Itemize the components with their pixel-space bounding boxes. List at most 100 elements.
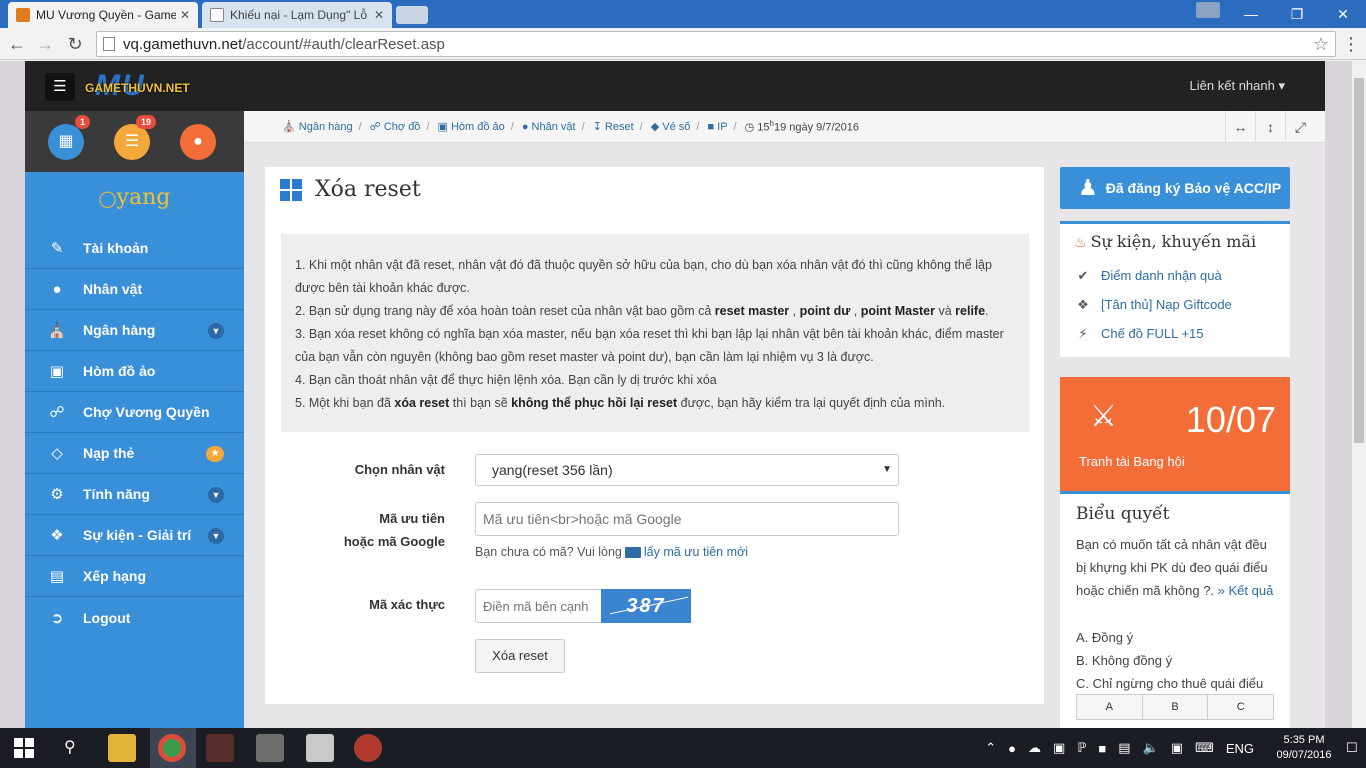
clock-time: 5:35 PM [1283, 734, 1325, 746]
address-bar[interactable]: vq.gamethuvn.net/account/#auth/clearRese… [96, 31, 1336, 57]
bookmark-star-icon[interactable]: ☆ [1313, 34, 1329, 55]
poll-result-link[interactable]: » Kết quả [1218, 583, 1274, 598]
search-icon[interactable]: ⚲ [64, 737, 76, 757]
bluetooth-icon[interactable]: ℙ [1077, 740, 1086, 756]
taskbar-clock[interactable]: 5:35 PM 09/07/2016 [1268, 733, 1340, 763]
forward-icon[interactable]: → [34, 33, 56, 55]
vote-a-button[interactable]: A [1077, 695, 1143, 719]
scrollbar-thumb[interactable] [1354, 78, 1364, 443]
nav-bank[interactable]: ⛪ Ngân hàng [282, 120, 353, 133]
mu-game-icon[interactable] [206, 734, 234, 762]
sidebar-item-account[interactable]: ✎ Tài khoản [25, 228, 244, 269]
expand-horizontal-icon[interactable]: ↔ [1225, 111, 1255, 143]
quick-link-dropdown[interactable]: Liên kết nhanh ▾ [1190, 78, 1285, 94]
vote-c-button[interactable]: C [1208, 695, 1274, 719]
get-code-link[interactable]: lấy mã ưu tiên mới [644, 545, 748, 559]
nav-reset[interactable]: ↧ Reset [593, 120, 634, 133]
expand-vertical-icon[interactable]: ↕ [1255, 111, 1285, 143]
sidebar-item-events[interactable]: ❖ Sự kiện - Giải trí ▼ [25, 515, 244, 556]
notice-bold: xóa reset [394, 396, 450, 410]
vote-b-button[interactable]: B [1142, 695, 1209, 719]
account-protection-button[interactable]: ♟ Đã đăng ký Bảo vệ ACC/IP [1060, 167, 1290, 209]
time-rest: 19 ngày 9/7/2016 [773, 121, 860, 134]
volume-icon[interactable]: 🔈 [1143, 740, 1159, 756]
language-indicator[interactable]: ENG [1226, 741, 1254, 756]
back-icon[interactable]: ← [6, 33, 28, 55]
sidebar-item-features[interactable]: ⚙ Tính năng ▼ [25, 474, 244, 515]
app-icon[interactable]: ▣ [1053, 740, 1065, 756]
hamburger-menu-icon[interactable]: ☰ [45, 73, 75, 101]
event-link-giftcode[interactable]: ❖ [Tân thủ] Nạp Giftcode [1074, 290, 1276, 319]
start-button[interactable] [14, 738, 34, 758]
tab-mu-vuong-quyen[interactable]: MU Vương Quyền - Game ✕ [8, 2, 198, 28]
page-info-icon[interactable] [103, 37, 115, 51]
reset-submit-button[interactable]: Xóa reset [475, 639, 565, 673]
username-text: yang [116, 185, 171, 210]
page-title: Xóa reset [280, 177, 421, 202]
news-button[interactable]: ☰ 19 [114, 115, 156, 160]
sidebar-item-label: Tính năng [83, 486, 150, 502]
minimize-icon[interactable]: — [1228, 0, 1274, 28]
app-icon[interactable] [256, 734, 284, 762]
close-tab-icon[interactable]: ✕ [374, 8, 384, 22]
chevron-down-icon[interactable]: ▼ [208, 323, 224, 339]
priority-code-input[interactable] [475, 502, 899, 536]
calendar-button[interactable]: ▦ 1 [48, 115, 90, 160]
app-icon[interactable] [306, 734, 334, 762]
file-explorer-icon[interactable] [108, 734, 136, 762]
hint-text: Bạn chưa có mã? Vui lòng [475, 545, 622, 559]
maximize-icon[interactable]: ❐ [1274, 0, 1320, 28]
sidebar-item-character[interactable]: ● Nhân vật [25, 269, 244, 310]
tab-khieu-nai[interactable]: Khiếu nại - Lạm Dụng" Lỗ ✕ [202, 2, 392, 28]
nav-separator: / [510, 120, 514, 133]
cloud-icon[interactable]: ☁ [1028, 740, 1041, 756]
nav-label: Hòm đồ ảo [450, 121, 505, 133]
tray-app-icon[interactable]: ● [1008, 741, 1016, 756]
nav-separator: / [639, 120, 643, 133]
event-link-full-item[interactable]: ⚡ Chế đồ FULL +15 [1074, 319, 1276, 348]
close-window-icon[interactable]: ✕ [1320, 0, 1366, 28]
app-icon[interactable] [354, 734, 382, 762]
nav-chest[interactable]: ▣ Hòm đồ ảo [438, 120, 505, 133]
nav-character[interactable]: ● Nhân vật [522, 121, 576, 133]
sidebar-item-ranking[interactable]: ▤ Xếp hạng [25, 556, 244, 597]
notification-icon[interactable]: ☐ [1346, 740, 1360, 756]
network-icon[interactable]: ▤ [1118, 740, 1130, 756]
chevron-down-icon[interactable]: ▼ [208, 487, 224, 503]
news-icon: ☰ [124, 133, 140, 150]
event-link-checkin[interactable]: ✔ Điểm danh nhận quà [1074, 261, 1276, 290]
app-icon[interactable]: ▣ [1171, 740, 1183, 756]
chat-button[interactable]: ● [180, 124, 216, 160]
left-sidebar: ▦ 1 ☰ 19 ● ◯yang ✎ Tài khoản ● Nhân vật ⛪ N… [25, 111, 244, 728]
profile-icon[interactable] [1196, 2, 1220, 18]
captcha-input[interactable] [475, 589, 603, 623]
nav-ip[interactable]: ■ IP [707, 121, 727, 133]
new-tab-button[interactable] [396, 6, 428, 24]
notice-text: 2. Bạn sử dụng trang này để xóa hoàn toà… [295, 304, 715, 318]
nav-lottery[interactable]: ◆ Vé số [651, 120, 691, 133]
reload-icon[interactable]: ↻ [64, 33, 86, 55]
tray-chevron-icon[interactable]: ⌃ [985, 740, 996, 756]
sidebar-item-bank[interactable]: ⛪ Ngân hàng ▼ [25, 310, 244, 351]
notice-box: 1. Khi một nhân vật đã reset, nhân vật đ… [281, 234, 1029, 432]
sidebar-item-logout[interactable]: ➲ Logout [25, 597, 244, 638]
chevron-down-icon[interactable]: ▼ [208, 528, 224, 544]
sidebar-item-market[interactable]: ☍ Chợ Vương Quyền [25, 392, 244, 433]
nav-market[interactable]: ☍ Chợ đồ [370, 120, 421, 133]
notice-text: , [789, 304, 800, 318]
notice-text: . [985, 304, 989, 318]
event-label: Điểm danh nhận quà [1101, 268, 1222, 283]
chrome-menu-icon[interactable]: ⋮ [1342, 34, 1360, 55]
guild-war-banner[interactable]: ⚔ 10/07 Tranh tài Bang hội [1060, 377, 1290, 491]
character-select[interactable]: yang(reset 356 lần) ▼ [475, 454, 899, 486]
sidebar-item-topup[interactable]: ◇ Nạp thẻ ★ [25, 433, 244, 474]
captcha-image[interactable]: 387 [601, 589, 691, 623]
app-icon[interactable]: ■ [1098, 741, 1106, 756]
chrome-icon[interactable] [158, 734, 186, 762]
sidebar-item-virtual-chest[interactable]: ▣ Hòm đồ ảo [25, 351, 244, 392]
site-logo[interactable]: MU GAMETHUVN.NET [85, 69, 205, 102]
swordsman-icon: ⚔ [1090, 400, 1117, 433]
fullscreen-icon[interactable]: ⤢ [1285, 111, 1315, 143]
keyboard-icon[interactable]: ⌨ [1195, 740, 1214, 756]
close-tab-icon[interactable]: ✕ [180, 8, 190, 22]
